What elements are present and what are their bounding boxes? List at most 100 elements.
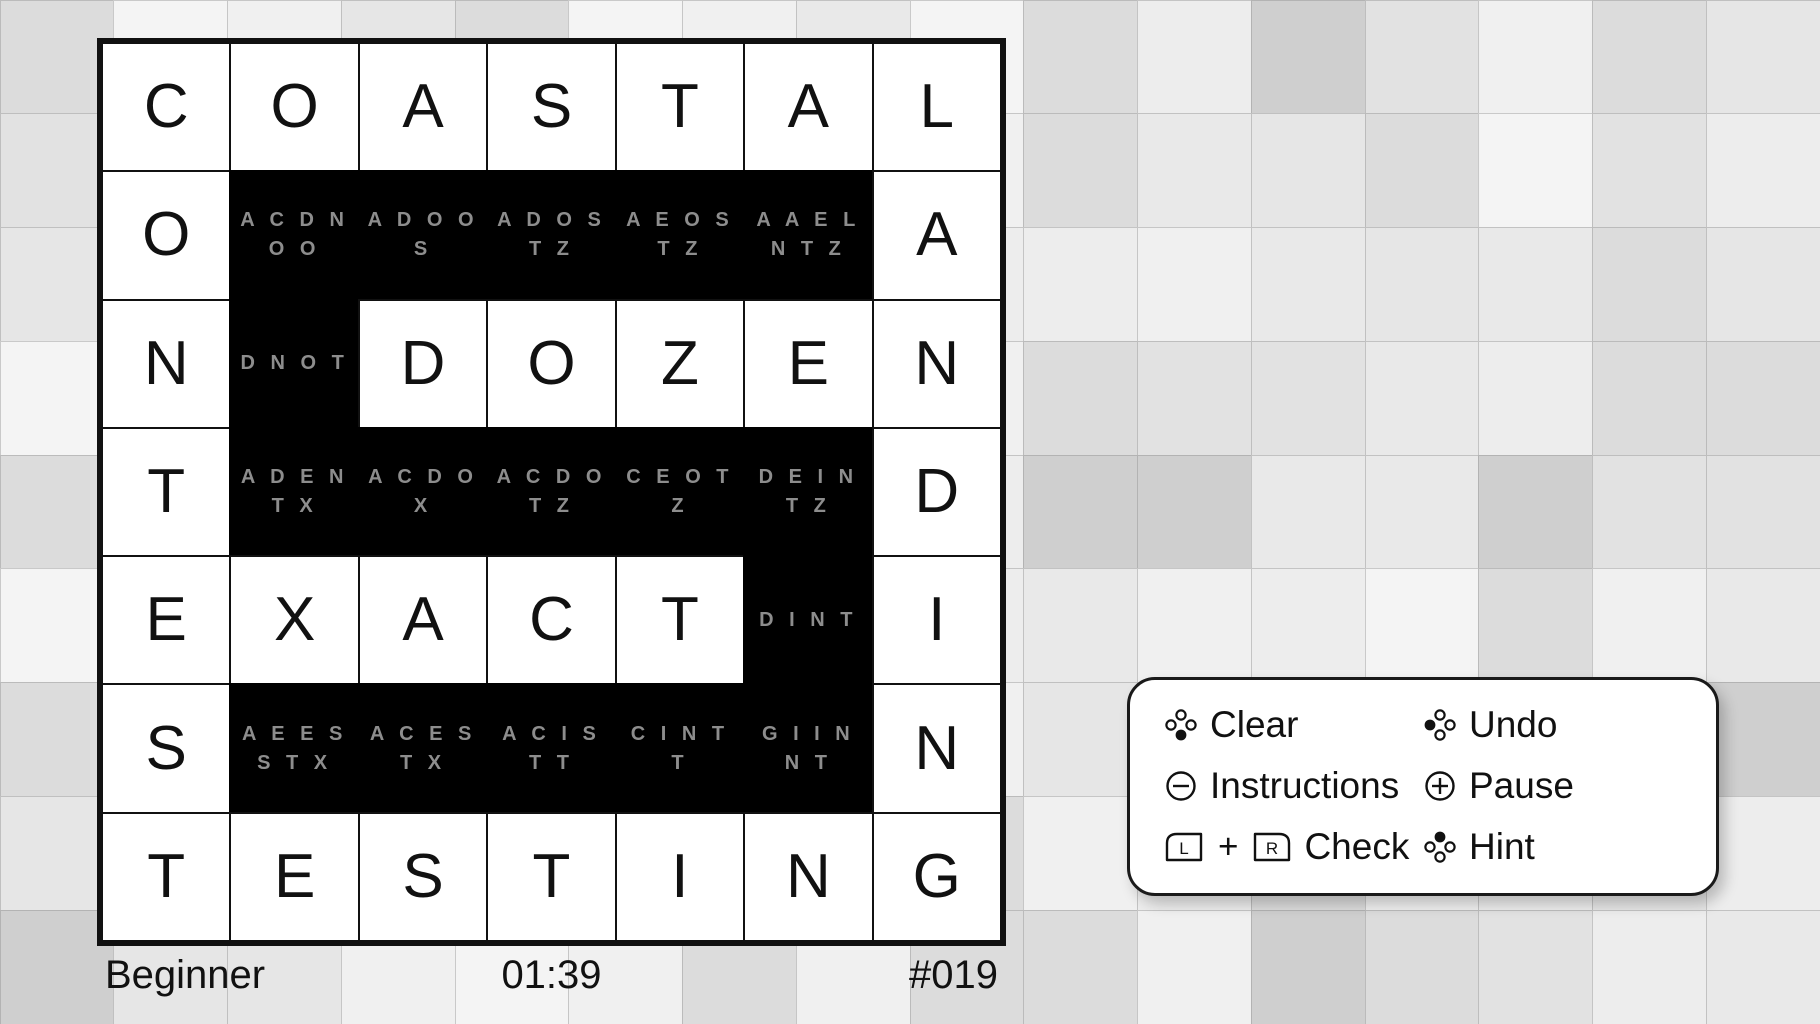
letter-cell[interactable]: N <box>743 811 874 942</box>
crossword-grid[interactable]: COASTALOA C D N O OA D O O SA D O S T ZA… <box>97 38 1006 946</box>
pencil-marks: G I I N N T <box>761 722 855 774</box>
letter-cell[interactable]: T <box>614 42 746 173</box>
letter-cell[interactable]: E <box>101 555 232 686</box>
letter-cell[interactable]: X <box>229 555 360 686</box>
cell-letter: O <box>527 328 576 398</box>
background-tile <box>1705 568 1820 684</box>
cell-letter: D <box>914 456 960 526</box>
control-instructions[interactable]: Instructions <box>1164 767 1423 804</box>
letter-cell[interactable]: S <box>486 42 617 173</box>
background-tile <box>1705 682 1820 797</box>
letter-cell[interactable]: O <box>101 170 232 301</box>
cell-letter: S <box>145 713 187 783</box>
blocked-cell[interactable]: D E I N T Z <box>743 426 874 558</box>
letter-cell[interactable]: N <box>871 683 1002 814</box>
blocked-cell[interactable]: C E O T Z <box>614 426 746 558</box>
background-tile <box>1137 340 1252 456</box>
background-tile <box>1364 568 1480 684</box>
pencil-marks: A C E S T X <box>369 722 477 774</box>
letter-cell[interactable]: S <box>101 683 232 814</box>
letter-cell[interactable]: A <box>871 170 1002 301</box>
letter-cell[interactable]: D <box>357 298 489 429</box>
shoulder-left-icon: L <box>1164 831 1204 863</box>
cell-letter: T <box>147 841 186 911</box>
letter-cell[interactable]: Z <box>614 298 746 429</box>
cell-letter: O <box>142 200 191 270</box>
letter-cell[interactable]: E <box>229 811 360 942</box>
cell-letter: C <box>143 72 189 142</box>
pencil-marks: D N O T <box>240 352 349 375</box>
background-tile <box>1478 113 1593 229</box>
background-tile <box>1023 113 1138 229</box>
blocked-cell[interactable]: G I I N N T <box>743 683 874 814</box>
cell-letter: N <box>785 841 831 911</box>
control-undo[interactable]: Undo <box>1423 706 1682 743</box>
letter-cell[interactable]: D <box>871 426 1002 558</box>
letter-cell[interactable]: E <box>743 298 874 429</box>
letter-cell[interactable]: I <box>614 811 746 942</box>
blocked-cell[interactable]: D N O T <box>229 298 360 429</box>
background-tile <box>1478 340 1593 456</box>
blocked-cell[interactable]: A A E L N T Z <box>743 170 874 301</box>
pencil-marks: A D O S T Z <box>497 209 606 261</box>
letter-cell[interactable]: A <box>357 555 489 686</box>
letter-cell[interactable]: T <box>101 426 232 558</box>
control-pause[interactable]: Pause <box>1423 767 1682 804</box>
letter-cell[interactable]: T <box>486 811 617 942</box>
blocked-cell[interactable]: A D O O S <box>357 170 489 301</box>
background-tile <box>1705 113 1820 229</box>
pencil-marks: A E E S S T X <box>241 722 348 774</box>
svg-text:R: R <box>1266 839 1278 858</box>
cell-letter: T <box>532 841 571 911</box>
blocked-cell[interactable]: A D O S T Z <box>486 170 617 301</box>
letter-cell[interactable]: T <box>101 811 232 942</box>
pencil-marks: A D E N T X <box>240 465 349 517</box>
background-tile <box>1705 227 1820 342</box>
cell-letter: O <box>270 72 319 142</box>
letter-cell[interactable]: O <box>229 42 360 173</box>
blocked-cell[interactable]: A C I S T T <box>486 683 617 814</box>
pencil-marks: C E O T Z <box>626 465 734 517</box>
control-hint[interactable]: Hint <box>1423 828 1682 865</box>
background-tile <box>1705 795 1820 911</box>
blocked-cell[interactable]: A C D O T Z <box>486 426 617 558</box>
cell-letter: I <box>928 585 946 655</box>
letter-cell[interactable]: S <box>357 811 489 942</box>
background-tile <box>1250 113 1366 229</box>
blocked-cell[interactable]: A C D N O O <box>229 170 360 301</box>
pencil-marks: A C D O X <box>368 465 478 517</box>
background-tile <box>1705 454 1820 570</box>
letter-cell[interactable]: C <box>101 42 232 173</box>
blocked-cell[interactable]: C I N T T <box>614 683 746 814</box>
cell-letter: A <box>402 585 444 655</box>
blocked-cell[interactable]: A C E S T X <box>357 683 489 814</box>
letter-cell[interactable]: I <box>871 555 1002 686</box>
background-tile <box>1250 909 1366 1024</box>
blocked-cell[interactable]: A E O S T Z <box>614 170 746 301</box>
cell-letter: A <box>402 72 444 142</box>
blocked-cell[interactable]: A E E S S T X <box>229 683 360 814</box>
blocked-cell[interactable]: D I N T <box>743 555 874 686</box>
cell-letter: E <box>145 585 187 655</box>
letter-cell[interactable]: G <box>871 811 1002 942</box>
cell-letter: N <box>914 328 960 398</box>
letter-cell[interactable]: A <box>357 42 489 173</box>
letter-cell[interactable]: O <box>486 298 617 429</box>
control-clear[interactable]: Clear <box>1164 706 1423 743</box>
control-check[interactable]: L + R Check <box>1164 828 1423 865</box>
blocked-cell[interactable]: A D E N T X <box>229 426 360 558</box>
letter-cell[interactable]: A <box>743 42 874 173</box>
pencil-marks: A E O S T Z <box>626 209 734 261</box>
cell-letter: G <box>912 841 961 911</box>
letter-cell[interactable]: N <box>101 298 232 429</box>
letter-cell[interactable]: N <box>871 298 1002 429</box>
cell-letter: T <box>660 72 699 142</box>
background-tile <box>1023 909 1138 1024</box>
blocked-cell[interactable]: A C D O X <box>357 426 489 558</box>
plus-circle-icon <box>1423 769 1457 803</box>
letter-cell[interactable]: L <box>871 42 1002 173</box>
letter-cell[interactable]: C <box>486 555 617 686</box>
background-tile <box>1705 909 1820 1024</box>
letter-cell[interactable]: T <box>614 555 746 686</box>
background-tile <box>1592 113 1707 229</box>
